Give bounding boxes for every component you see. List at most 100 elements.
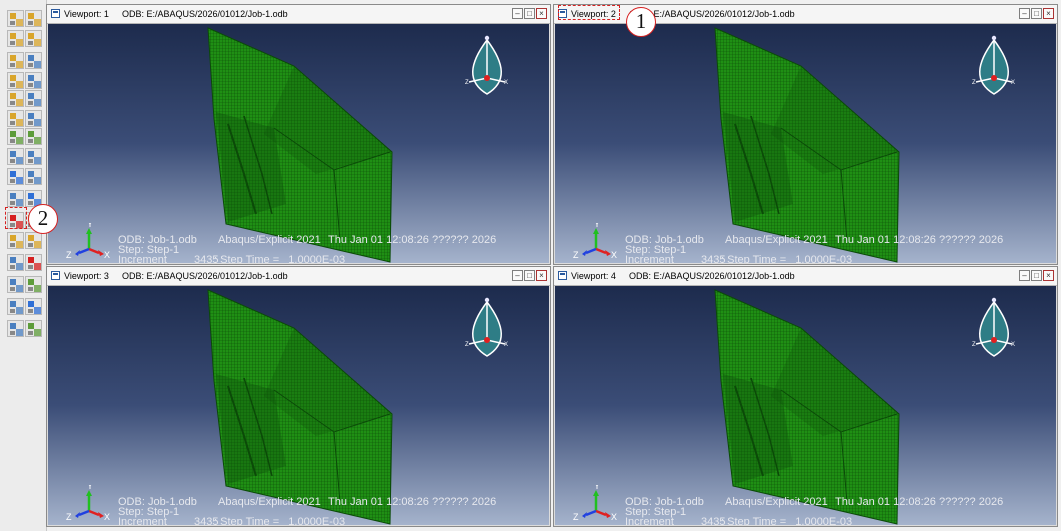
color-code-tool[interactable] (25, 254, 42, 271)
viewport-odb-path: ODB: E:/ABAQUS/2026/01012/Job-1.odb (122, 271, 288, 281)
triad-y-label: Y (485, 34, 489, 35)
restore-button[interactable]: □ (524, 8, 535, 19)
global-csys-triad: Y Z X (573, 223, 617, 259)
odb-date: Thu Jan 01 12:08:26 ?????? 2026 (835, 496, 1004, 508)
odb-date: Thu Jan 01 12:08:26 ?????? 2026 (835, 234, 1004, 246)
viewport-title-bar[interactable]: Viewport: 3 ODB: E:/ABAQUS/2026/01012/Job… (47, 267, 550, 286)
overlay-tool[interactable] (25, 232, 42, 249)
minimize-button[interactable]: – (512, 270, 523, 281)
odb-date: Thu Jan 01 12:08:26 ?????? 2026 (328, 496, 497, 508)
cascade-alt-tool[interactable] (25, 72, 42, 89)
svg-text:X: X (611, 512, 617, 521)
pick-tool[interactable] (25, 320, 42, 337)
chart-tool[interactable] (7, 128, 24, 145)
view-triad: Y Z X (465, 34, 508, 95)
step-time: : Step Time = 1.0000E-03 (214, 254, 346, 264)
viewport-canvas[interactable]: YZXODB: Job-1.odbAbaqus/Explicit 2021Thu… (48, 24, 549, 263)
viewport-4[interactable]: Viewport: 4 ODB: E:/ABAQUS/2026/01012/Job… (553, 266, 1058, 527)
step-time: : Step Time = 1.0000E-03 (721, 516, 853, 526)
close-button[interactable]: × (536, 8, 547, 19)
superimpose-alt-tool[interactable] (7, 320, 24, 337)
plot-contours-alt-tool[interactable] (25, 110, 42, 127)
triad-x-label: X (1011, 342, 1015, 348)
odb-date: Thu Jan 01 12:08:26 ?????? 2026 (328, 234, 497, 246)
cascade-tool[interactable] (7, 72, 24, 89)
link-viewports-alt-tool[interactable] (25, 90, 42, 107)
increment-label: Increment (625, 254, 674, 264)
plot-contours-tool[interactable] (7, 110, 24, 127)
viewport-1[interactable]: Viewport: 1 ODB: E:/ABAQUS/2026/01012/Job… (46, 4, 551, 265)
svg-text:Y: Y (87, 223, 93, 229)
viewport-name: Viewport: 3 (64, 271, 109, 281)
view-triad: Y Z X (972, 296, 1015, 357)
viewport-title-bar[interactable]: Viewport: 4 ODB: E:/ABAQUS/2026/01012/Job… (554, 267, 1057, 286)
restore-button[interactable]: □ (524, 270, 535, 281)
tile-vertical-tool[interactable] (25, 52, 42, 69)
solver-version: Abaqus/Explicit 2021 (725, 234, 828, 246)
svg-text:Z: Z (573, 512, 579, 521)
superimpose-tool[interactable] (25, 298, 42, 315)
svg-text:Z: Z (573, 250, 579, 259)
close-button[interactable]: × (536, 270, 547, 281)
triad-z-label: Z (465, 342, 469, 348)
increment-label: Increment (625, 516, 674, 526)
tool-highlight-marker (5, 207, 27, 229)
minimize-button[interactable]: – (1019, 8, 1030, 19)
viewport-canvas[interactable]: YZXODB: Job-1.odbAbaqus/Explicit 2021Thu… (555, 24, 1056, 263)
sweep-alt-tool[interactable] (7, 232, 24, 249)
viewport-canvas[interactable]: YZXODB: Job-1.odbAbaqus/Explicit 2021Thu… (48, 286, 549, 525)
viewport-layout-alt-tool[interactable] (25, 30, 42, 47)
svg-text:Z: Z (66, 250, 72, 259)
triad-y-label: Y (992, 296, 996, 297)
close-button[interactable]: × (1043, 8, 1054, 19)
list-alt-tool[interactable] (25, 148, 42, 165)
step-time: : Step Time = 1.0000E-03 (721, 254, 853, 264)
viewport-annotation-tool[interactable] (7, 190, 24, 207)
callout-2: 2 (28, 204, 58, 234)
viewport-name: Viewport: 1 (64, 9, 109, 19)
table-tool[interactable] (25, 168, 42, 185)
viewport-2[interactable]: Viewport: 2 ODB: E:/ABAQUS/2026/01012/Job… (553, 4, 1058, 265)
viewport-canvas[interactable]: YZXODB: Job-1.odbAbaqus/Explicit 2021Thu… (555, 286, 1056, 525)
triad-tool[interactable] (7, 168, 24, 185)
overlay-alt-tool[interactable] (7, 254, 24, 271)
restore-button[interactable]: □ (1031, 8, 1042, 19)
chart-alt-tool[interactable] (25, 128, 42, 145)
minimize-button[interactable]: – (512, 8, 523, 19)
triad-x-label: X (504, 80, 508, 86)
viewport-odb-path: ODB: E:/ABAQUS/2026/01012/Job-1.odb (122, 9, 288, 19)
svg-text:X: X (104, 250, 110, 259)
global-csys-triad: Y Z X (573, 485, 617, 521)
triad-x-label: X (1011, 80, 1015, 86)
link-viewports-tool[interactable] (7, 90, 24, 107)
viewport-name: Viewport: 4 (571, 271, 616, 281)
minimize-button[interactable]: – (1019, 270, 1030, 281)
tile-horizontal-tool[interactable] (7, 52, 24, 69)
callout-1: 1 (626, 7, 656, 37)
viewport-grid-alt-tool[interactable] (25, 10, 42, 27)
view-triad: Y Z X (465, 296, 508, 357)
viewport-layout-tool[interactable] (7, 30, 24, 47)
common-options-alt-tool[interactable] (7, 298, 24, 315)
viewport-name-highlight-marker (558, 5, 620, 20)
viewport-title-bar[interactable]: Viewport: 1 ODB: E:/ABAQUS/2026/01012/Job… (47, 5, 550, 24)
restore-button[interactable]: □ (1031, 270, 1042, 281)
close-button[interactable]: × (1043, 270, 1054, 281)
viewport-3[interactable]: Viewport: 3 ODB: E:/ABAQUS/2026/01012/Job… (46, 266, 551, 527)
color-code-alt-tool[interactable] (7, 276, 24, 293)
increment-label: Increment (118, 254, 167, 264)
triad-z-label: Z (465, 80, 469, 86)
viewport-window-icon[interactable] (51, 9, 60, 18)
view-triad: Y Z X (972, 34, 1015, 95)
viewport-window-icon[interactable] (51, 271, 60, 280)
svg-text:Z: Z (66, 512, 72, 521)
svg-text:Y: Y (87, 485, 93, 491)
triad-y-label: Y (485, 296, 489, 297)
triad-x-label: X (504, 342, 508, 348)
solver-version: Abaqus/Explicit 2021 (218, 496, 321, 508)
toolbox (0, 0, 47, 531)
viewport-grid-tool[interactable] (7, 10, 24, 27)
viewport-window-icon[interactable] (558, 271, 567, 280)
list-tool[interactable] (7, 148, 24, 165)
common-options-tool[interactable] (25, 276, 42, 293)
